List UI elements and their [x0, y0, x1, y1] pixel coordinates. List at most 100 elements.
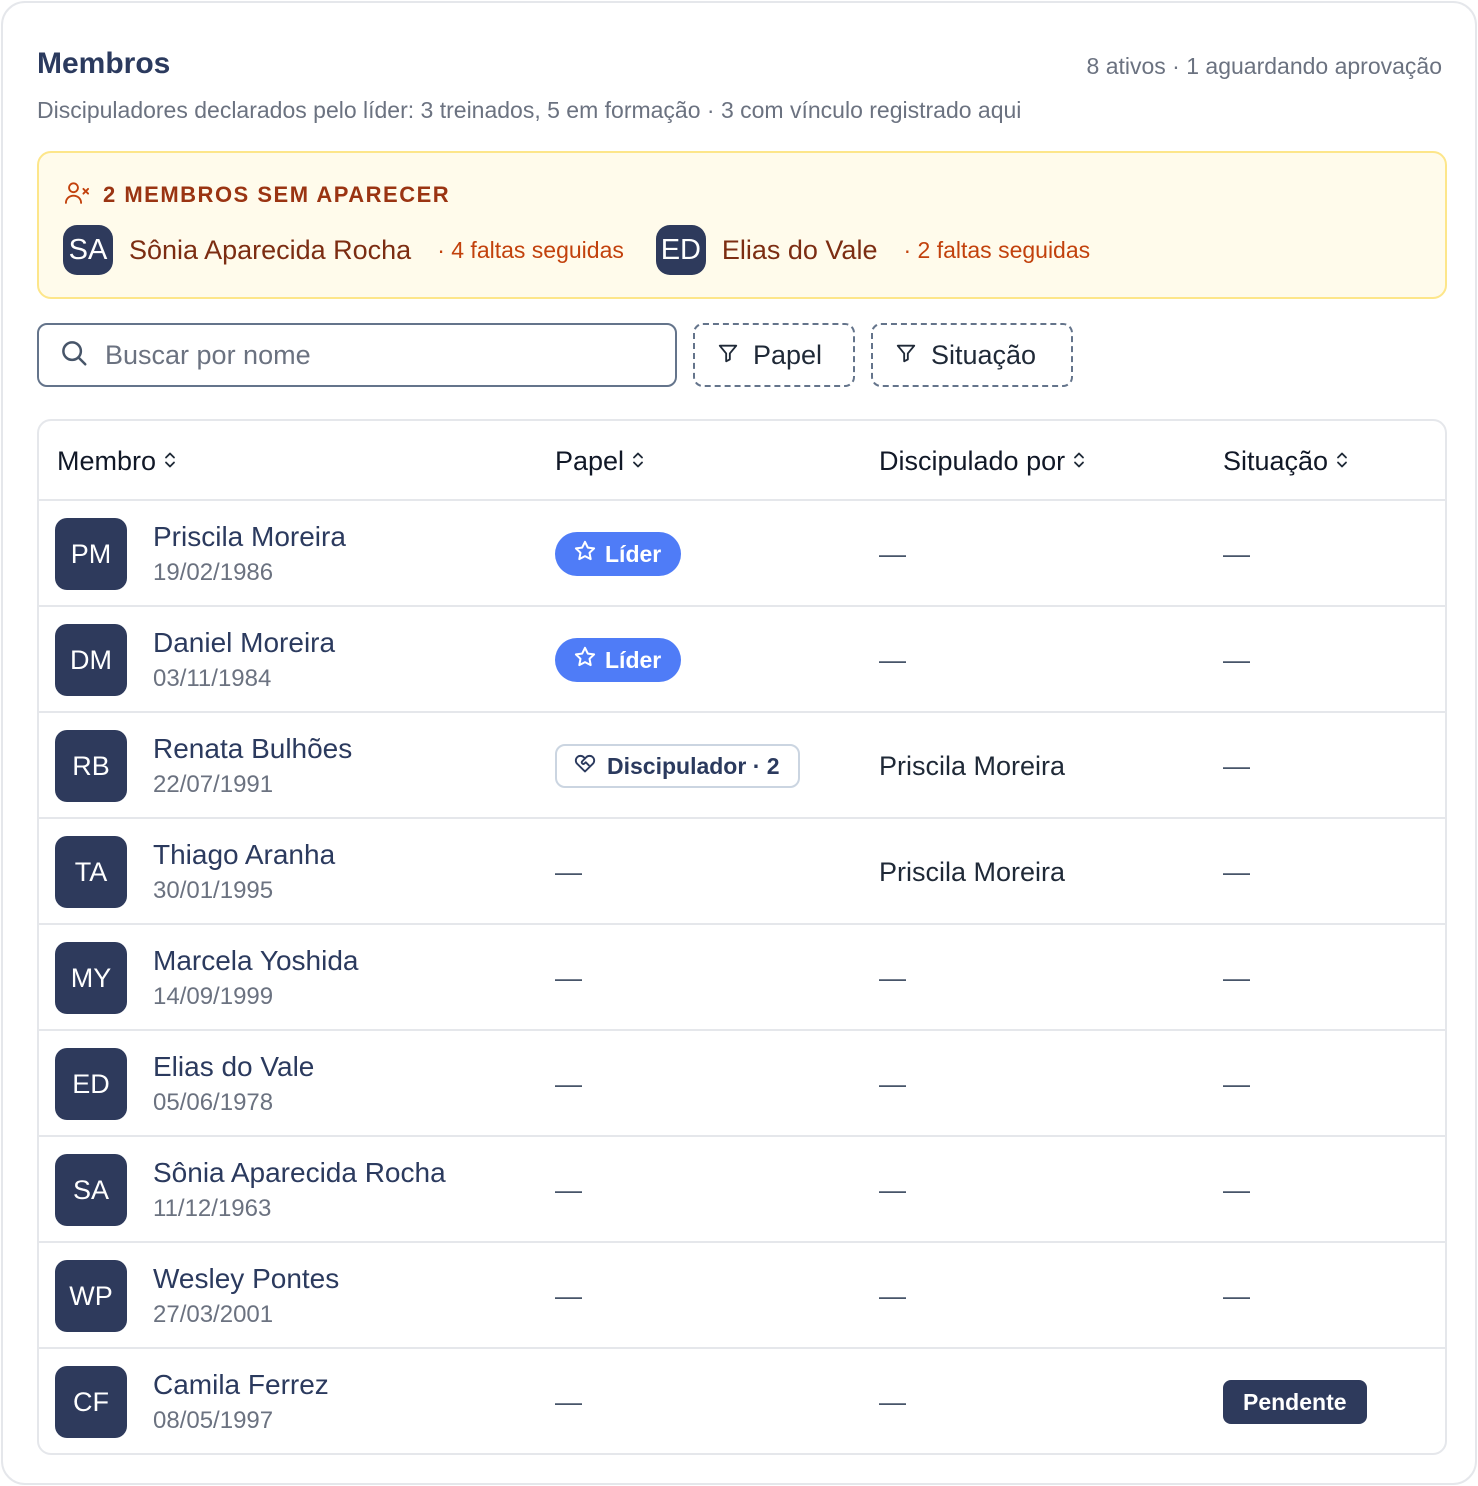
absent-member-count: · 2 faltas seguidas [903, 236, 1091, 263]
member-birthdate: 22/07/1991 [153, 771, 274, 798]
status-cell: — [1223, 1068, 1250, 1099]
avatar: MY [55, 942, 127, 1014]
avatar: DM [55, 624, 127, 696]
members-table: Membro Papel Discipulado por Situação PM… [37, 419, 1447, 1455]
role-cell: — [555, 962, 582, 993]
discipled-by-cell: Priscila Moreira [879, 856, 1066, 887]
role-badge-discipler: Discipulador · 2 [555, 744, 800, 788]
discipled-by-cell: Priscila Moreira [879, 750, 1066, 781]
role-cell: — [555, 1068, 582, 1099]
avatar: ED [655, 225, 706, 275]
absent-member-name[interactable]: Elias do Vale [722, 235, 878, 266]
avatar: CF [55, 1366, 127, 1438]
column-header-role[interactable]: Papel [555, 445, 646, 477]
column-header-member[interactable]: Membro [57, 445, 178, 477]
role-badge-label: Discipulador · 2 [607, 752, 780, 779]
avatar: TA [55, 836, 127, 908]
table-row[interactable]: SA Sônia Aparecida Rocha 11/12/1963 — — … [39, 1137, 1445, 1243]
status-cell: — [1223, 750, 1250, 781]
table-header: Membro Papel Discipulado por Situação [39, 421, 1445, 501]
absent-member[interactable]: SA Sônia Aparecida Rocha · 4 faltas segu… [63, 225, 624, 275]
column-header-label: Situação [1223, 445, 1329, 476]
member-name[interactable]: Sônia Aparecida Rocha [153, 1157, 446, 1189]
member-name[interactable]: Elias do Vale [153, 1051, 314, 1083]
filter-status-button[interactable]: Situação [871, 323, 1073, 387]
absence-alert-title: 2 MEMBROS SEM APARECER [103, 182, 451, 207]
absent-members-list: SA Sônia Aparecida Rocha · 4 faltas segu… [63, 225, 1090, 275]
column-header-status[interactable]: Situação [1223, 445, 1350, 477]
table-row[interactable]: DM Daniel Moreira 03/11/1984 Líder — — [39, 607, 1445, 713]
role-cell: — [555, 856, 582, 887]
absent-member-count: · 4 faltas seguidas [437, 236, 624, 263]
discipled-by-cell: — [879, 1174, 906, 1205]
status-cell: Pendente [1223, 1349, 1367, 1453]
member-birthdate: 11/12/1963 [153, 1195, 272, 1222]
members-card: Membros 8 ativos · 1 aguardando aprovaçã… [1, 1, 1477, 1485]
search-input[interactable] [105, 339, 625, 371]
table-row[interactable]: RB Renata Bulhões 22/07/1991 Discipulado… [39, 713, 1445, 819]
discipled-by-cell: — [879, 962, 906, 993]
page-subtitle: Discipuladores declarados pelo líder: 3 … [37, 97, 1022, 123]
role-cell: Líder [555, 607, 682, 713]
avatar: RB [55, 730, 127, 802]
avatar: ED [55, 1048, 127, 1120]
role-cell: — [555, 1280, 582, 1311]
role-badge-leader: Líder [555, 638, 682, 682]
member-name[interactable]: Priscila Moreira [153, 521, 346, 553]
role-cell: Líder [555, 501, 682, 607]
avatar: SA [55, 1154, 127, 1226]
member-birthdate: 05/06/1978 [153, 1089, 274, 1116]
status-cell: — [1223, 1174, 1250, 1205]
column-header-discipled-by[interactable]: Discipulado por [879, 445, 1087, 477]
search-icon [59, 338, 89, 373]
table-row[interactable]: MY Marcela Yoshida 14/09/1999 — — — [39, 925, 1445, 1031]
star-icon [573, 539, 597, 569]
member-birthdate: 30/01/1995 [153, 877, 274, 904]
avatar: WP [55, 1260, 127, 1332]
member-name[interactable]: Renata Bulhões [153, 733, 352, 765]
filter-role-label: Papel [753, 339, 823, 370]
member-birthdate: 08/05/1997 [153, 1407, 274, 1434]
member-name[interactable]: Daniel Moreira [153, 627, 335, 659]
page-title: Membros [37, 47, 171, 80]
member-name[interactable]: Thiago Aranha [153, 839, 335, 871]
table-row[interactable]: CF Camila Ferrez 08/05/1997 — — Pendente [39, 1349, 1445, 1453]
sort-icon [1334, 446, 1350, 477]
filter-icon [895, 340, 917, 371]
member-birthdate: 27/03/2001 [153, 1301, 274, 1328]
role-cell: — [555, 1386, 582, 1417]
absent-member-name[interactable]: Sônia Aparecida Rocha [129, 235, 411, 266]
table-row[interactable]: WP Wesley Pontes 27/03/2001 — — — [39, 1243, 1445, 1349]
discipled-by-cell: — [879, 538, 906, 569]
column-header-label: Papel [555, 445, 625, 476]
table-row[interactable]: ED Elias do Vale 05/06/1978 — — — [39, 1031, 1445, 1137]
member-birthdate: 19/02/1986 [153, 559, 274, 586]
role-badge-label: Líder [605, 646, 662, 673]
user-x-icon [63, 179, 91, 212]
sort-icon [630, 446, 646, 477]
member-name[interactable]: Marcela Yoshida [153, 945, 358, 977]
table-row[interactable]: PM Priscila Moreira 19/02/1986 Líder — — [39, 501, 1445, 607]
discipled-by-cell: — [879, 644, 906, 675]
avatar: SA [63, 225, 113, 275]
sort-icon [1071, 446, 1087, 477]
table-row[interactable]: TA Thiago Aranha 30/01/1995 — Priscila M… [39, 819, 1445, 925]
status-cell: — [1223, 538, 1250, 569]
filter-role-button[interactable]: Papel [693, 323, 855, 387]
filter-status-label: Situação [931, 339, 1037, 370]
member-birthdate: 03/11/1984 [153, 665, 272, 692]
status-cell: — [1223, 644, 1250, 675]
absent-member[interactable]: ED Elias do Vale · 2 faltas seguidas [655, 225, 1091, 275]
sort-icon [162, 446, 178, 477]
star-icon [573, 645, 597, 675]
member-birthdate: 14/09/1999 [153, 983, 274, 1010]
member-name[interactable]: Camila Ferrez [153, 1369, 329, 1401]
column-header-label: Membro [57, 445, 157, 476]
search-field[interactable] [37, 323, 677, 387]
role-badge-label: Líder [605, 540, 662, 567]
absence-alert-header: 2 MEMBROS SEM APARECER [63, 181, 450, 209]
member-name[interactable]: Wesley Pontes [153, 1263, 339, 1295]
avatar: PM [55, 518, 127, 590]
status-cell: — [1223, 962, 1250, 993]
absence-alert: 2 MEMBROS SEM APARECER SA Sônia Aparecid… [37, 151, 1447, 299]
